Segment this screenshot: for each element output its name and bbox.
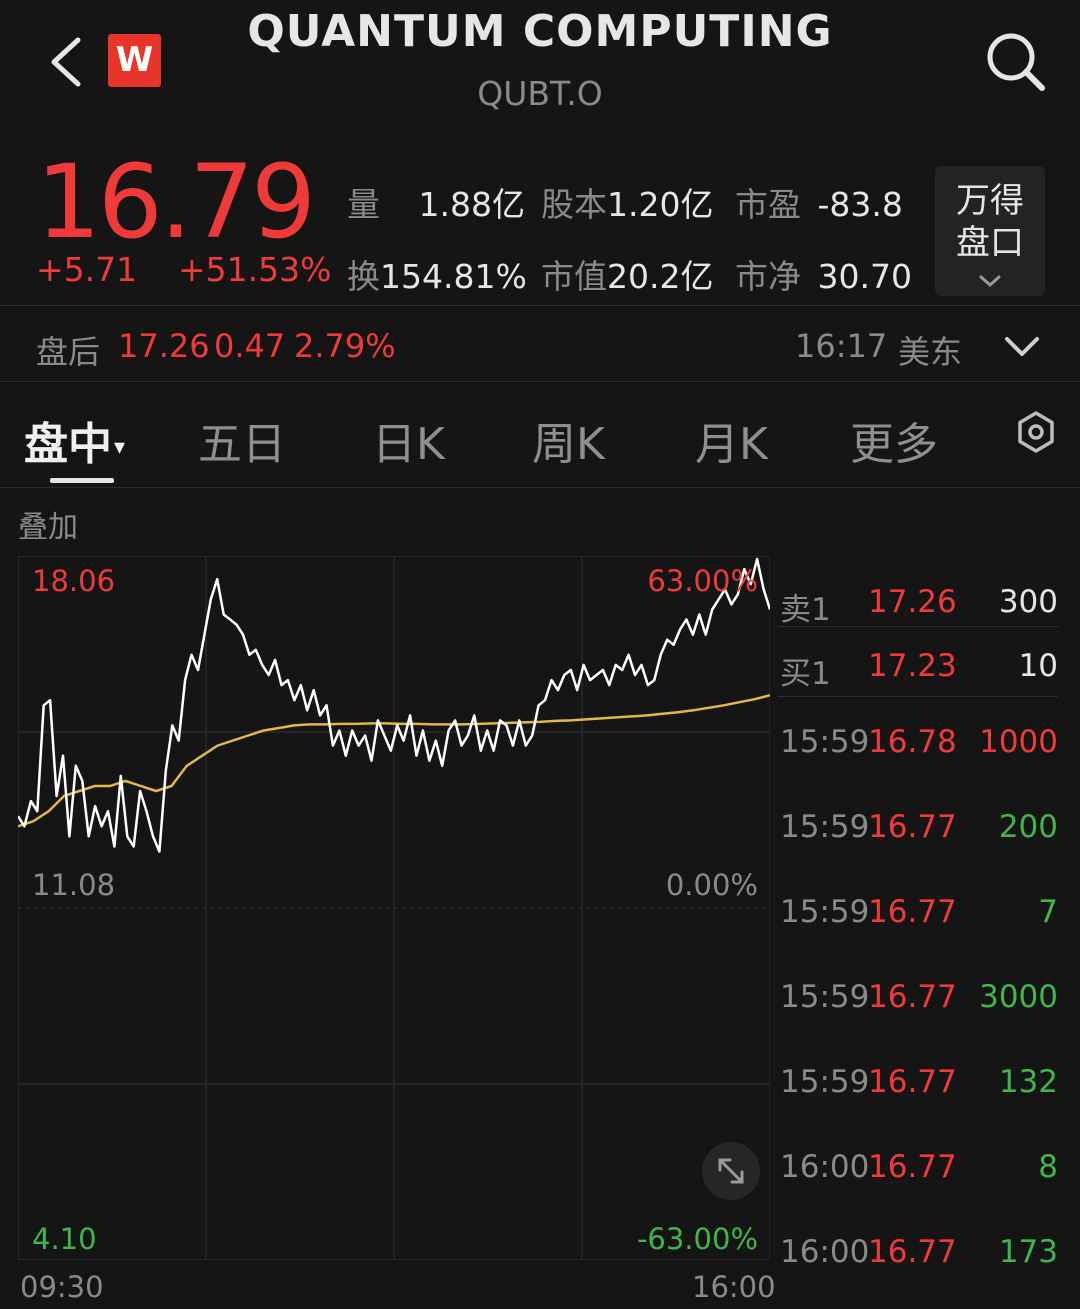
- after-hours-change: 0.47: [214, 327, 286, 365]
- header: W QUANTUM COMPUTING QUBT.O: [0, 0, 1080, 130]
- bid-volume: 10: [1018, 648, 1058, 684]
- intraday-chart[interactable]: 18.06 11.08 4.10 63.00% 0.00% -63.00%: [18, 556, 770, 1260]
- stat-shares-value: 1.20亿: [607, 185, 714, 224]
- settings-icon[interactable]: [1014, 410, 1058, 454]
- trade-time: 16:00: [780, 1234, 870, 1270]
- stat-mktcap-label: 市值: [541, 257, 607, 296]
- price-change: +5.71: [36, 250, 138, 289]
- chevron-down-icon[interactable]: [1004, 336, 1040, 358]
- book-divider: [778, 696, 1058, 697]
- after-hours-price: 17.26: [118, 327, 210, 365]
- fullscreen-button[interactable]: [702, 1142, 760, 1200]
- overlay-button[interactable]: 叠加: [18, 502, 78, 546]
- period-tabs: 盘中▾ 五日 日K 周K 月K 更多: [0, 382, 1080, 488]
- trade-price: 16.77: [868, 1234, 957, 1270]
- trade-price: 16.77: [868, 1064, 957, 1100]
- trade-time: 15:59: [780, 809, 870, 845]
- last-price: 16.79: [36, 143, 316, 262]
- tab-intraday-label: 盘中: [24, 419, 112, 470]
- stat-pb: 市净 30.70: [735, 250, 912, 298]
- stock-code: QUBT.O: [477, 74, 603, 113]
- intraday-chart-svg: [18, 556, 770, 1260]
- expand-icon: [718, 1158, 744, 1184]
- after-hours-label: 盘后: [36, 333, 101, 371]
- x-start-label: 09:30: [20, 1270, 104, 1304]
- quote-panel: 16.79 +5.71 +51.53% 量 1.88亿 股本1.20亿 市盈 -…: [0, 130, 1080, 306]
- stat-volume-value: 1.88亿: [418, 185, 525, 224]
- stat-pe: 市盈 -83.8: [735, 178, 903, 226]
- trade-time: 15:59: [780, 979, 870, 1015]
- wind-orderbook-button[interactable]: 万得 盘口: [935, 166, 1045, 296]
- tab-intraday[interactable]: 盘中▾: [24, 408, 125, 472]
- pct-min-label: -63.00%: [636, 1222, 758, 1256]
- y-max-label: 18.06: [32, 564, 116, 598]
- after-hours-time: 16:17: [795, 327, 888, 365]
- after-hours-pct: 2.79%: [294, 327, 396, 365]
- bid-row: 买1 17.23 10: [778, 628, 1058, 692]
- stat-pb-label: 市净: [735, 257, 801, 296]
- tab-five-day[interactable]: 五日: [198, 408, 286, 472]
- book-divider: [778, 626, 1058, 627]
- trade-price: 16.78: [868, 724, 957, 760]
- x-end-label: 16:00: [692, 1270, 776, 1304]
- stat-pe-label: 市盈: [735, 185, 801, 224]
- stat-pb-value: 30.70: [817, 257, 912, 296]
- ask-row: 卖1 17.26 300: [778, 564, 1058, 628]
- trade-volume: 8: [1038, 1149, 1058, 1185]
- ask-label: 卖1: [780, 592, 831, 628]
- pct-max-label: 63.00%: [647, 564, 758, 598]
- trade-volume: 7: [1038, 894, 1058, 930]
- trade-price: 16.77: [868, 1149, 957, 1185]
- stock-name: QUANTUM COMPUTING: [247, 6, 833, 57]
- stat-turnover: 换154.81%: [347, 250, 527, 298]
- chevron-down-icon: [979, 275, 1001, 288]
- trade-price: 16.77: [868, 894, 957, 930]
- tab-monthly-k[interactable]: 月K: [695, 408, 768, 472]
- pct-mid-label: 0.00%: [665, 868, 758, 902]
- panel-button-line1: 万得: [956, 181, 1024, 221]
- tab-more[interactable]: 更多: [850, 408, 938, 472]
- bid-label: 买1: [780, 656, 831, 692]
- trade-volume: 132: [998, 1064, 1058, 1100]
- y-min-label: 4.10: [32, 1222, 97, 1256]
- ask-volume: 300: [998, 584, 1058, 620]
- ask-price: 17.26: [868, 584, 957, 620]
- stat-volume: 量 1.88亿: [347, 178, 525, 226]
- after-hours-bar[interactable]: 盘后 17.26 0.47 2.79% 16:17 美东: [0, 306, 1080, 382]
- price-change-pct: +51.53%: [178, 250, 332, 289]
- chart-grid: [18, 556, 770, 1260]
- tab-weekly-k[interactable]: 周K: [532, 408, 605, 472]
- trade-time: 15:59: [780, 1064, 870, 1100]
- stat-turnover-value: 154.81%: [380, 257, 527, 296]
- panel-button-line2: 盘口: [956, 223, 1024, 263]
- trade-volume: 200: [998, 809, 1058, 845]
- stat-volume-label: 量: [347, 185, 380, 224]
- caret-down-icon: ▾: [114, 434, 126, 460]
- after-hours-timezone: 美东: [898, 333, 963, 371]
- bid-price: 17.23: [868, 648, 957, 684]
- trade-time: 15:59: [780, 724, 870, 760]
- stat-pe-value: -83.8: [817, 185, 903, 224]
- stat-shares-label: 股本: [541, 185, 607, 224]
- stat-mktcap-value: 20.2亿: [607, 257, 714, 296]
- search-icon[interactable]: [982, 28, 1048, 94]
- trade-volume: 3000: [979, 979, 1058, 1015]
- trade-time: 16:00: [780, 1149, 870, 1185]
- stat-shares: 股本1.20亿: [541, 178, 713, 226]
- stat-turnover-label: 换: [347, 257, 380, 296]
- trade-price: 16.77: [868, 809, 957, 845]
- trade-price: 16.77: [868, 979, 957, 1015]
- stat-mktcap: 市值20.2亿: [541, 250, 713, 298]
- active-tab-indicator: [50, 478, 114, 483]
- trade-time: 15:59: [780, 894, 870, 930]
- y-mid-label: 11.08: [32, 868, 116, 902]
- trade-volume: 173: [998, 1234, 1058, 1270]
- trade-volume: 1000: [979, 724, 1058, 760]
- tab-daily-k[interactable]: 日K: [372, 408, 445, 472]
